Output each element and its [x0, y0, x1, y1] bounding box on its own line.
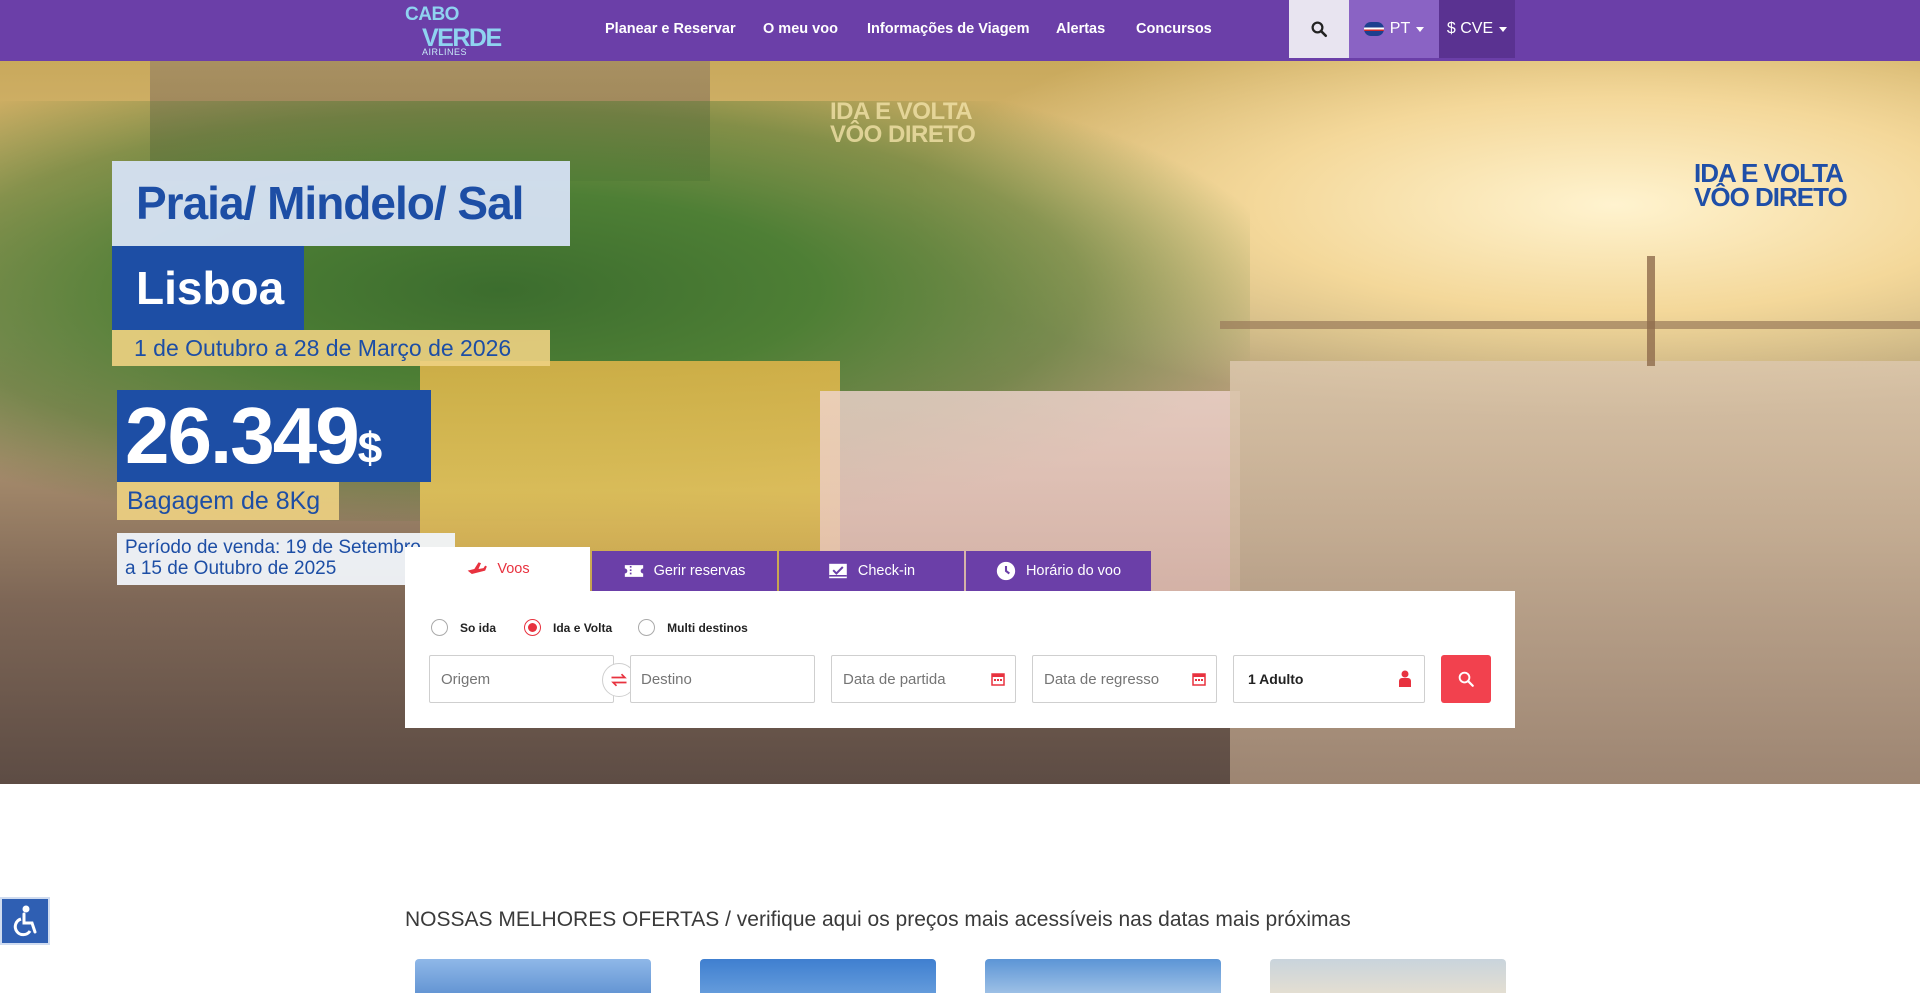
hero-bridge [1220, 321, 1920, 329]
promo-dates: 1 de Outubro a 28 de Março de 2026 [112, 330, 550, 366]
person-icon [1399, 670, 1411, 687]
tab-check-in[interactable]: Check-in [779, 551, 964, 591]
tab-voos[interactable]: Voos [405, 547, 590, 591]
search-icon [1458, 671, 1474, 687]
radio-so-ida[interactable] [431, 619, 448, 636]
trip-type-multi-destinos-label: Multi destinos [667, 620, 748, 635]
clock-icon [996, 561, 1016, 581]
radio-multi-destinos[interactable] [638, 619, 656, 636]
promo-sale-line2: a 15 de Outubro de 2025 [125, 558, 337, 579]
language-label: PT [1389, 20, 1411, 37]
tab-horario-voo[interactable]: Horário do voo [966, 551, 1151, 591]
nav-planear-reservar[interactable]: Planear e Reservar [605, 0, 736, 58]
origin-field[interactable] [429, 655, 614, 703]
trip-type-so-ida-label: So ida [460, 620, 497, 635]
cabo-verde-airlines-logo[interactable]: CABO VERDE AIRLINES [405, 4, 510, 57]
chevron-down-icon [1499, 26, 1508, 32]
accessibility-button[interactable] [0, 897, 50, 945]
promo-sale-line1: Período de venda: 19 de Setembro [125, 537, 421, 558]
trip-type-multi-destinos[interactable]: Multi destinos [638, 619, 748, 636]
search-icon [1311, 21, 1328, 38]
trip-type-so-ida[interactable]: So ida [431, 619, 496, 636]
destination-field[interactable] [630, 655, 815, 703]
cape-verde-flag-icon [1363, 22, 1384, 36]
destination-input[interactable] [641, 670, 814, 688]
nav-alertas[interactable]: Alertas [1056, 0, 1105, 58]
calendar-icon [991, 673, 1005, 686]
promo-routes: Praia/ Mindelo/ Sal [112, 161, 570, 246]
plane-icon [468, 562, 488, 574]
checkin-icon [829, 563, 847, 579]
tab-voos-label: Voos [497, 561, 530, 577]
tab-check-in-label: Check-in [857, 563, 916, 579]
offer-card-image[interactable] [985, 959, 1221, 993]
promo-price-currency: $ [357, 424, 383, 473]
tab-gerir-reservas[interactable]: Gerir reservas [592, 551, 777, 591]
trip-type-ida-volta-label: Ida e Volta [553, 620, 613, 635]
promo-tag-top: IDA E VOLTA VÔO DIRETO [830, 98, 976, 148]
language-selector[interactable]: PT [1349, 0, 1439, 58]
promo-tag-top-line1: IDA E VOLTA [830, 98, 973, 125]
passengers-field[interactable]: 1 Adulto [1233, 655, 1425, 703]
origin-input[interactable] [441, 670, 613, 688]
swap-icon [611, 673, 627, 687]
logo-text-cabo: CABO [405, 4, 459, 25]
passengers-value: 1 Adulto [1248, 671, 1304, 687]
promo-tag-top-line2: VÔO DIRETO [830, 121, 976, 148]
header-search-button[interactable] [1289, 0, 1349, 58]
logo-text-airlines: AIRLINES [422, 47, 468, 57]
nav-o-meu-voo[interactable]: O meu voo [763, 0, 838, 58]
accessibility-icon [13, 905, 37, 937]
chevron-down-icon [1416, 26, 1425, 32]
calendar-icon [1192, 673, 1206, 686]
promo-price: 26.349$ [117, 390, 431, 482]
radio-ida-volta[interactable] [524, 619, 542, 636]
nav-concursos[interactable]: Concursos [1136, 0, 1212, 58]
currency-selector[interactable]: $ CVE [1439, 0, 1515, 58]
offers-section-title: NOSSAS MELHORES OFERTAS / verifique aqui… [405, 908, 1351, 931]
offer-card-image[interactable] [700, 959, 936, 993]
promo-price-value: 26.349 [125, 391, 360, 480]
departure-date-field[interactable] [831, 655, 1016, 703]
promo-destination: Lisboa [112, 246, 304, 330]
hero-bridge-tower [1647, 256, 1655, 366]
tab-gerir-reservas-label: Gerir reservas [653, 563, 746, 579]
offer-card-image[interactable] [1270, 959, 1506, 993]
offer-card-image[interactable] [415, 959, 651, 993]
trip-type-group: So ida Ida e Volta Multi destinos [431, 619, 748, 636]
flight-search-panel: So ida Ida e Volta Multi destinos 1 Adul… [405, 591, 1515, 728]
search-flights-button[interactable] [1441, 655, 1491, 703]
trip-type-ida-volta[interactable]: Ida e Volta [524, 619, 612, 636]
ticket-icon [624, 565, 643, 577]
promo-baggage: Bagagem de 8Kg [117, 482, 339, 520]
site-header: CABO VERDE AIRLINES Planear e Reservar O… [0, 0, 1920, 61]
return-date-input[interactable] [1044, 670, 1216, 688]
promo-tag-right-line2: VÔO DIRETO [1694, 182, 1848, 212]
return-date-field[interactable] [1032, 655, 1217, 703]
currency-label: $ CVE [1446, 20, 1494, 37]
promo-tag-right: IDA E VOLTA VÔO DIRETO [1694, 160, 1848, 212]
nav-informacoes-viagem[interactable]: Informações de Viagem [867, 0, 1030, 58]
departure-date-input[interactable] [843, 670, 1015, 688]
tab-horario-voo-label: Horário do voo [1025, 563, 1122, 579]
